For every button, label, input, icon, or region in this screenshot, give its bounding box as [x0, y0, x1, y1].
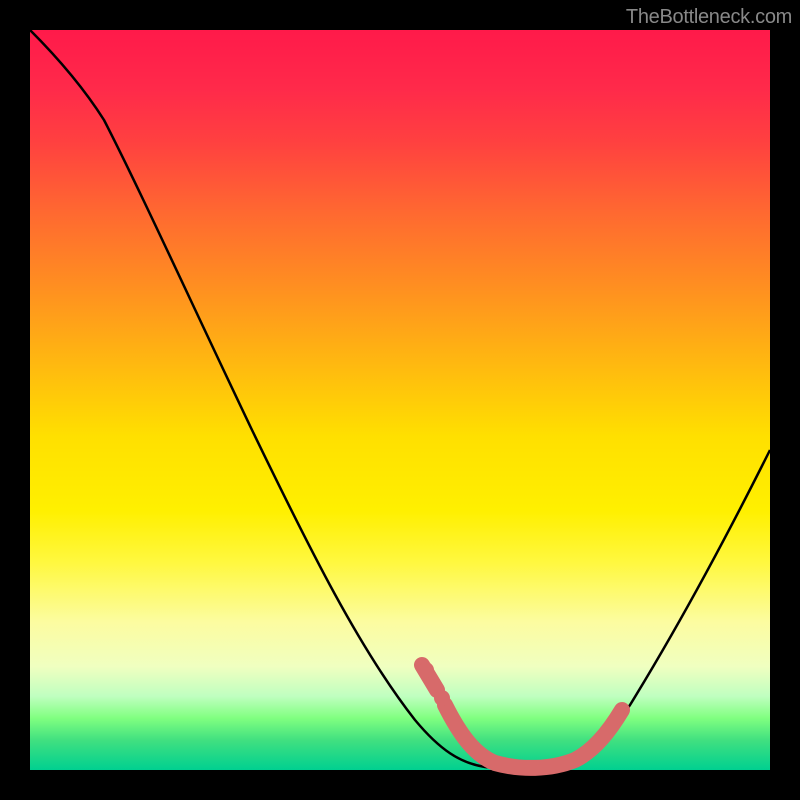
highlight-band: [422, 665, 622, 768]
highlight-dot: [418, 662, 434, 678]
chart-svg: [30, 30, 770, 770]
bottleneck-curve: [30, 30, 770, 769]
watermark: TheBottleneck.com: [626, 6, 792, 29]
highlight-dot: [434, 690, 450, 706]
